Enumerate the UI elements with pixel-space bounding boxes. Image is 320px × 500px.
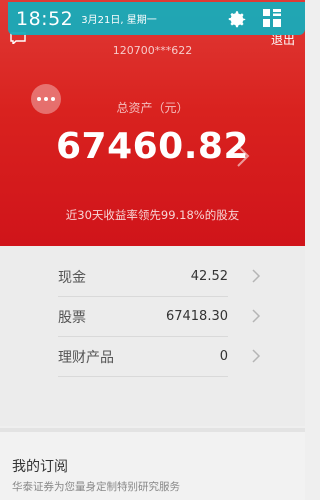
cash-value: 42.52 (190, 269, 228, 284)
subscription-section[interactable]: 我的订阅 华泰证券为您量身定制特别研究服务 (0, 432, 305, 500)
quick-tiles-icon[interactable] (263, 9, 281, 27)
subscription-description: 华泰证券为您量身定制特别研究服务 (12, 481, 180, 493)
stocks-label: 股票 (58, 309, 86, 326)
subscription-title: 我的订阅 (12, 459, 68, 475)
wealth-products-label: 理财产品 (58, 349, 114, 366)
account-number: 120700***622 (112, 44, 193, 57)
chevron-right-icon[interactable] (252, 309, 261, 323)
total-assets-value[interactable]: 67460.82 (0, 126, 305, 167)
stocks-value: 67418.30 (165, 309, 228, 324)
wealth-products-value: 0 (219, 349, 228, 364)
settings-gear-icon[interactable] (226, 8, 248, 30)
chevron-right-icon[interactable] (236, 144, 250, 168)
list-item-cash[interactable]: 现金 42.52 (58, 257, 228, 297)
clock: 18:52 (16, 7, 74, 30)
list-item-stocks[interactable]: 股票 67418.30 (58, 297, 228, 337)
cash-label: 现金 (58, 269, 86, 286)
list-item-wealth-products[interactable]: 理财产品 0 (58, 337, 228, 377)
total-assets-label: 总资产（元） (116, 101, 189, 115)
chevron-right-icon[interactable] (252, 349, 261, 363)
date: 3月21日, 星期一 (81, 15, 157, 26)
assets-header: 120700***622 退出 总资产（元） 67460.82 近30天收益率领… (0, 0, 305, 246)
yield-ranking-note: 近30天收益率领先99.18%的股友 (65, 208, 240, 222)
status-bar: 18:52 3月21日, 星期一 (8, 2, 305, 35)
asset-breakdown-list: 现金 42.52 股票 67418.30 理财产品 0 (0, 246, 305, 426)
chevron-right-icon[interactable] (252, 269, 261, 283)
